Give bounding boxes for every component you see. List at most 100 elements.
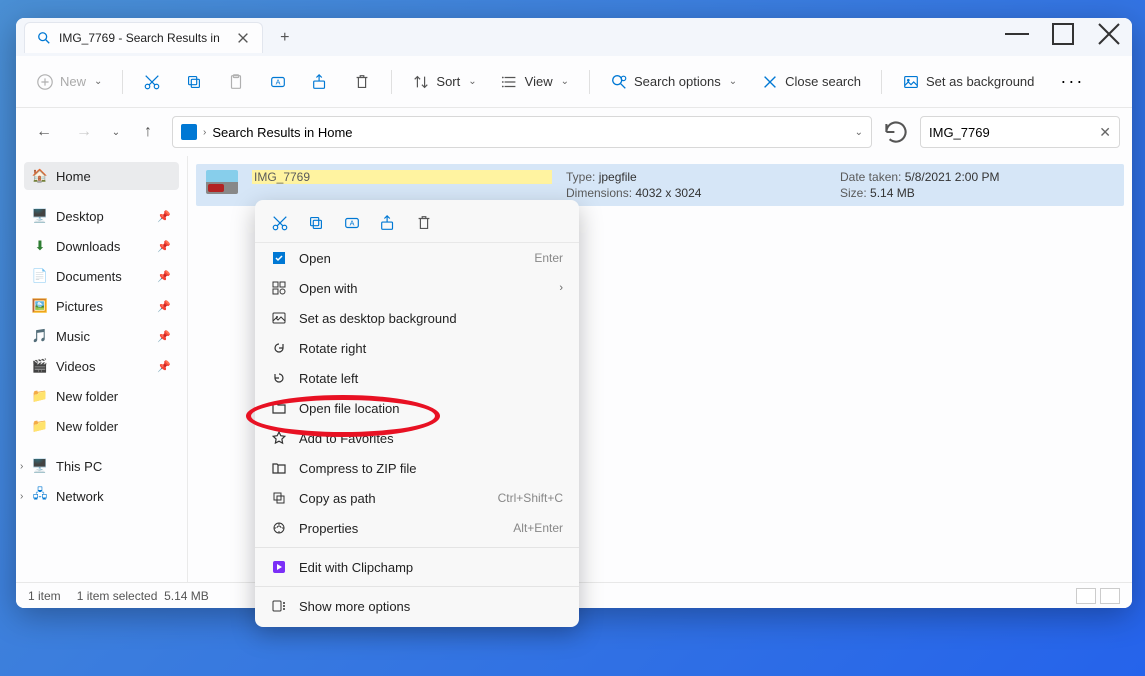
share-button[interactable]	[303, 67, 337, 97]
thumbnails-view-toggle[interactable]	[1100, 588, 1120, 604]
sidebar-documents[interactable]: 📄Documents📌	[24, 262, 179, 290]
desktop-icon: 🖥️	[32, 208, 48, 224]
sidebar-music[interactable]: 🎵Music📌	[24, 322, 179, 350]
sidebar-newfolder1[interactable]: 📁New folder	[24, 382, 179, 410]
active-tab[interactable]: IMG_7769 - Search Results in	[24, 22, 263, 53]
forward-button[interactable]: →	[68, 116, 100, 148]
status-size: 5.14 MB	[164, 589, 209, 603]
pin-icon: 📌	[157, 360, 171, 373]
ctx-open-with[interactable]: Open with›	[255, 273, 579, 303]
sidebar-downloads[interactable]: ⬇Downloads📌	[24, 232, 179, 260]
rotate-left-icon	[271, 370, 287, 386]
paste-button[interactable]	[219, 67, 253, 97]
new-tab-button[interactable]: +	[269, 22, 301, 54]
folder-icon: 📁	[32, 388, 48, 404]
close-search-icon	[761, 73, 779, 91]
ctx-set-bg[interactable]: Set as desktop background	[255, 303, 579, 333]
copy-button[interactable]	[177, 67, 211, 97]
wallpaper-icon	[271, 310, 287, 326]
recent-chevron[interactable]: ⌄	[108, 116, 124, 148]
ctx-copy-path[interactable]: Copy as pathCtrl+Shift+C	[255, 483, 579, 513]
address-bar-row: ← → ⌄ ↑ › Search Results in Home ⌄ IMG_7…	[16, 108, 1132, 156]
location-icon	[181, 124, 197, 140]
copy-icon	[185, 73, 203, 91]
delete-button[interactable]	[345, 67, 379, 97]
search-value: IMG_7769	[929, 125, 990, 140]
result-filename: IMG_7769	[252, 170, 552, 184]
chevron-down-icon[interactable]: ⌄	[855, 127, 863, 138]
back-button[interactable]: ←	[28, 116, 60, 148]
expand-icon[interactable]: ›	[20, 461, 23, 472]
ctx-more-options[interactable]: Show more options	[255, 591, 579, 621]
ctx-open[interactable]: OpenEnter	[255, 243, 579, 273]
ctx-favorites[interactable]: Add to Favorites	[255, 423, 579, 453]
downloads-icon: ⬇	[32, 238, 48, 254]
clear-search-icon[interactable]: ✕	[1099, 124, 1111, 141]
chevron-right-icon: ›	[203, 127, 206, 138]
titlebar: IMG_7769 - Search Results in +	[16, 18, 1132, 56]
rename-icon[interactable]: A	[343, 214, 361, 232]
details-view-toggle[interactable]	[1076, 588, 1096, 604]
ctx-open-location[interactable]: Open file location	[255, 393, 579, 423]
plus-circle-icon	[36, 73, 54, 91]
zip-icon	[271, 460, 287, 476]
command-bar: New ⌄ A Sort⌄ View⌄ Search options⌄ Clos…	[16, 56, 1132, 108]
pin-icon: 📌	[157, 210, 171, 223]
sidebar-pictures[interactable]: 🖼️Pictures📌	[24, 292, 179, 320]
pin-icon: 📌	[157, 270, 171, 283]
ctx-properties[interactable]: PropertiesAlt+Enter	[255, 513, 579, 543]
search-options-button[interactable]: Search options⌄	[602, 67, 745, 97]
network-icon: 🖧	[32, 488, 48, 504]
refresh-button[interactable]	[880, 116, 912, 148]
pin-icon: 📌	[157, 300, 171, 313]
sidebar-desktop[interactable]: 🖥️Desktop📌	[24, 202, 179, 230]
sidebar-home[interactable]: 🏠Home	[24, 162, 179, 190]
up-button[interactable]: ↑	[132, 116, 164, 148]
ctx-rotate-right[interactable]: Rotate right	[255, 333, 579, 363]
close-search-label: Close search	[785, 74, 861, 89]
properties-icon	[271, 520, 287, 536]
sidebar-videos[interactable]: 🎬Videos📌	[24, 352, 179, 380]
sort-button[interactable]: Sort⌄	[404, 67, 484, 97]
thumbnail	[206, 170, 238, 194]
status-count: 1 item	[28, 589, 61, 603]
share-icon[interactable]	[379, 214, 397, 232]
ctx-rotate-left[interactable]: Rotate left	[255, 363, 579, 393]
close-window-button[interactable]	[1086, 18, 1132, 50]
address-bar[interactable]: › Search Results in Home ⌄	[172, 116, 872, 148]
minimize-button[interactable]	[994, 18, 1040, 50]
sidebar-thispc[interactable]: ›🖥️This PC	[24, 452, 179, 480]
pc-icon: 🖥️	[32, 458, 48, 474]
new-button[interactable]: New ⌄	[28, 67, 110, 97]
new-label: New	[60, 74, 86, 89]
close-tab-icon[interactable]	[236, 31, 250, 45]
set-background-button[interactable]: Set as background	[894, 67, 1042, 97]
sort-icon	[412, 73, 430, 91]
overflow-button[interactable]: ···	[1050, 71, 1094, 92]
trash-icon	[353, 73, 371, 91]
view-toggles	[1076, 588, 1120, 604]
folder-open-icon	[271, 400, 287, 416]
cut-button[interactable]	[135, 67, 169, 97]
search-icon	[37, 31, 51, 45]
context-toolbar: A	[255, 206, 579, 243]
search-input[interactable]: IMG_7769 ✕	[920, 116, 1120, 148]
maximize-button[interactable]	[1040, 18, 1086, 50]
ctx-compress[interactable]: Compress to ZIP file	[255, 453, 579, 483]
rename-button[interactable]: A	[261, 67, 295, 97]
videos-icon: 🎬	[32, 358, 48, 374]
delete-icon[interactable]	[415, 214, 433, 232]
view-label: View	[525, 74, 553, 89]
ctx-clipchamp[interactable]: Edit with Clipchamp	[255, 552, 579, 582]
cut-icon[interactable]	[271, 214, 289, 232]
picture-icon	[902, 73, 920, 91]
expand-icon[interactable]: ›	[20, 491, 23, 502]
star-icon	[271, 430, 287, 446]
view-button[interactable]: View⌄	[493, 67, 577, 97]
sidebar-newfolder2[interactable]: 📁New folder	[24, 412, 179, 440]
sidebar-network[interactable]: ›🖧Network	[24, 482, 179, 510]
share-icon	[311, 73, 329, 91]
open-icon	[271, 250, 287, 266]
copy-icon[interactable]	[307, 214, 325, 232]
close-search-button[interactable]: Close search	[753, 67, 869, 97]
